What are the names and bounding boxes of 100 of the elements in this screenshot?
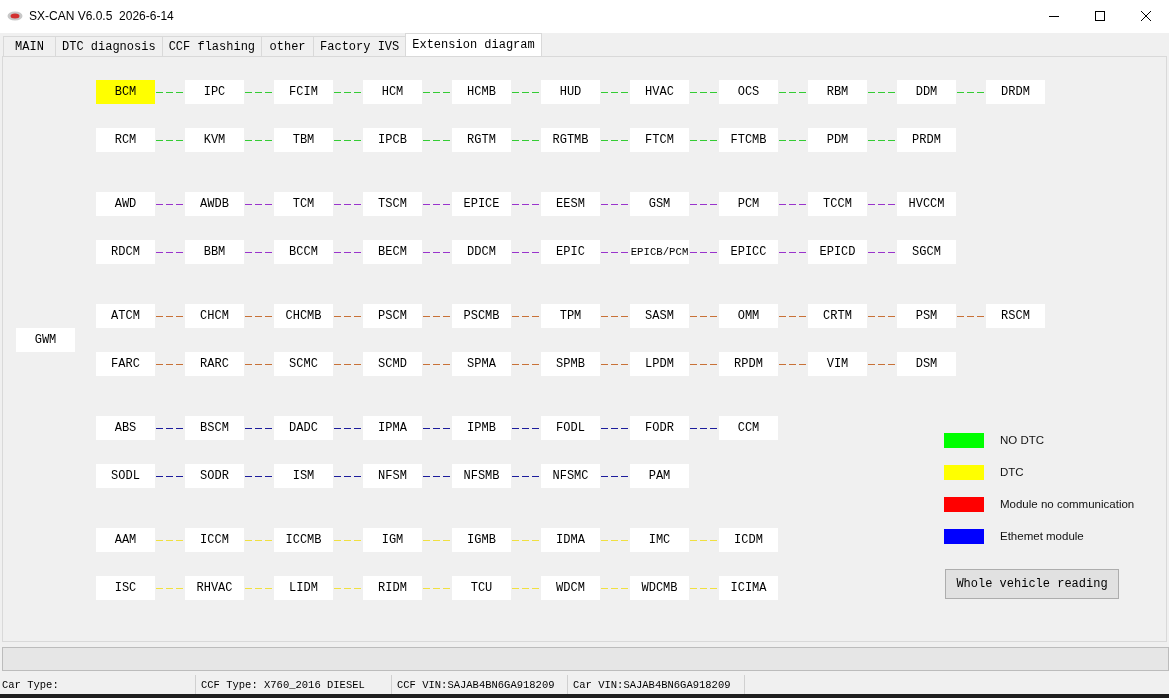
module-node: HCM xyxy=(363,80,422,104)
module-node: RPDM xyxy=(719,352,778,376)
module-node: SODL xyxy=(96,464,155,488)
module-node: BCM xyxy=(96,80,155,104)
status-text: CCF VIN:SAJAB4BN6GA918209 xyxy=(395,675,568,694)
module-node: ICCMB xyxy=(274,528,333,552)
module-node: SPMB xyxy=(541,352,600,376)
module-node: AWD xyxy=(96,192,155,216)
module-node: FODR xyxy=(630,416,689,440)
module-node: EPICC xyxy=(719,240,778,264)
tab[interactable]: Extension diagram xyxy=(405,33,542,56)
module-node: AWDB xyxy=(185,192,244,216)
module-node: PSCMB xyxy=(452,304,511,328)
module-node: RDCM xyxy=(96,240,155,264)
module-node: RGTMB xyxy=(541,128,600,152)
module-node: RCM xyxy=(96,128,155,152)
module-node: IPCB xyxy=(363,128,422,152)
status-text: Car VIN:SAJAB4BN6GA918209 xyxy=(571,675,745,694)
module-node: EPICE xyxy=(452,192,511,216)
module-node: HVCCM xyxy=(897,192,956,216)
tab[interactable]: CCF flashing xyxy=(161,36,263,56)
module-node: WDCM xyxy=(541,576,600,600)
module-node: PAM xyxy=(630,464,689,488)
module-node: DRDM xyxy=(986,80,1045,104)
module-node: IPMB xyxy=(452,416,511,440)
module-node: IPC xyxy=(185,80,244,104)
module-node: EPICD xyxy=(808,240,867,264)
module-node: PCM xyxy=(719,192,778,216)
module-node: IGM xyxy=(363,528,422,552)
minimize-icon xyxy=(1049,15,1059,17)
status-text: Car Type: xyxy=(0,675,196,694)
module-node: RSCM xyxy=(986,304,1045,328)
module-node: LIDM xyxy=(274,576,333,600)
module-node: NFSM xyxy=(363,464,422,488)
tab[interactable]: DTC diagnosis xyxy=(55,36,163,56)
module-node: ISM xyxy=(274,464,333,488)
module-node: DSM xyxy=(897,352,956,376)
module-node: FARC xyxy=(96,352,155,376)
module-node: WDCMB xyxy=(630,576,689,600)
module-node: RBM xyxy=(808,80,867,104)
module-node: ATCM xyxy=(96,304,155,328)
module-node: HUD xyxy=(541,80,600,104)
module-node: TPM xyxy=(541,304,600,328)
module-node: CHCM xyxy=(185,304,244,328)
module-node: TSCM xyxy=(363,192,422,216)
app-logo-icon xyxy=(7,11,23,21)
module-node: VIM xyxy=(808,352,867,376)
tab[interactable]: MAIN xyxy=(3,36,56,56)
module-node: ABS xyxy=(96,416,155,440)
module-node: EPIC xyxy=(541,240,600,264)
module-node: DDM xyxy=(897,80,956,104)
module-node: EPICB/PCM xyxy=(630,240,689,264)
module-node: SCMD xyxy=(363,352,422,376)
module-node: EESM xyxy=(541,192,600,216)
legend-label: Ethemet module xyxy=(1000,530,1084,542)
window-title: SX-CAN V6.0.5 2026-6-14 xyxy=(29,9,174,23)
module-node: ICDM xyxy=(719,528,778,552)
module-node: SASM xyxy=(630,304,689,328)
module-node: SPMA xyxy=(452,352,511,376)
module-node: TCU xyxy=(452,576,511,600)
module-node: CHCMB xyxy=(274,304,333,328)
module-node: CCM xyxy=(719,416,778,440)
module-node: PRDM xyxy=(897,128,956,152)
module-node: FODL xyxy=(541,416,600,440)
module-node: IGMB xyxy=(452,528,511,552)
module-node: DDCM xyxy=(452,240,511,264)
module-node: GSM xyxy=(630,192,689,216)
module-node: TCM xyxy=(274,192,333,216)
status-text: CCF Type: X760_2016 DIESEL xyxy=(199,675,392,694)
module-node: CRTM xyxy=(808,304,867,328)
module-node: RGTM xyxy=(452,128,511,152)
module-node: NFSMC xyxy=(541,464,600,488)
whole-vehicle-reading-button[interactable]: Whole vehicle reading xyxy=(945,569,1119,599)
module-node: BCCM xyxy=(274,240,333,264)
close-icon xyxy=(1141,11,1151,21)
module-node: RIDM xyxy=(363,576,422,600)
module-node: KVM xyxy=(185,128,244,152)
module-node: TBM xyxy=(274,128,333,152)
module-node: HCMB xyxy=(452,80,511,104)
module-node: PSM xyxy=(897,304,956,328)
module-node: RARC xyxy=(185,352,244,376)
tab[interactable]: Factory IVS xyxy=(313,36,407,56)
module-node: HVAC xyxy=(630,80,689,104)
module-node: BSCM xyxy=(185,416,244,440)
module-node: PSCM xyxy=(363,304,422,328)
module-node: LPDM xyxy=(630,352,689,376)
module-node: SCMC xyxy=(274,352,333,376)
module-node: DADC xyxy=(274,416,333,440)
module-node: FTCM xyxy=(630,128,689,152)
module-node: IDMA xyxy=(541,528,600,552)
module-node: SGCM xyxy=(897,240,956,264)
module-node: TCCM xyxy=(808,192,867,216)
module-node: OMM xyxy=(719,304,778,328)
module-node: IPMA xyxy=(363,416,422,440)
module-node: NFSMB xyxy=(452,464,511,488)
legend-label: DTC xyxy=(1000,466,1024,478)
module-node: SODR xyxy=(185,464,244,488)
legend-label: Module no communication xyxy=(1000,498,1135,510)
module-node: FCIM xyxy=(274,80,333,104)
legend-label: NO DTC xyxy=(1000,434,1045,446)
